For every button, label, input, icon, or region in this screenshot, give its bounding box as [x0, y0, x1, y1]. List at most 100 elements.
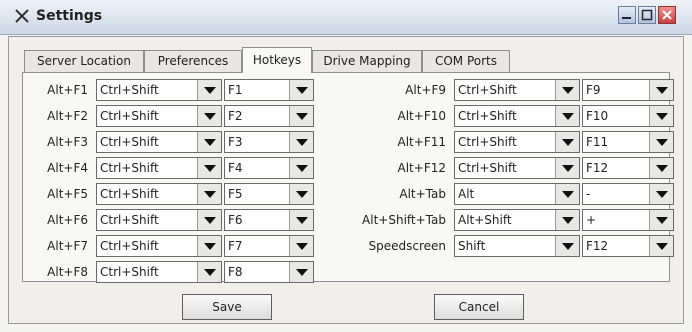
- key-select[interactable]: F11: [582, 131, 674, 153]
- tab-preferences[interactable]: Preferences: [144, 50, 242, 72]
- chevron-down-icon[interactable]: [289, 210, 313, 230]
- chevron-down-icon[interactable]: [197, 132, 221, 152]
- modifier-select-value: Ctrl+Shift: [100, 239, 159, 253]
- chevron-down-icon[interactable]: [649, 132, 673, 152]
- tab-drive-mapping[interactable]: Drive Mapping: [312, 50, 422, 72]
- key-select[interactable]: F12: [582, 157, 674, 179]
- chevron-down-icon[interactable]: [197, 262, 221, 282]
- chevron-down-icon[interactable]: [649, 106, 673, 126]
- chevron-down-icon[interactable]: [649, 184, 673, 204]
- chevron-down-icon[interactable]: [197, 184, 221, 204]
- modifier-select-value: Shift: [458, 239, 486, 253]
- key-select[interactable]: F3: [224, 131, 314, 153]
- tab-hotkeys[interactable]: Hotkeys: [242, 47, 312, 73]
- modifier-select[interactable]: Ctrl+Shift: [96, 157, 222, 179]
- key-select[interactable]: F8: [224, 261, 314, 283]
- hotkey-label: Alt+F9: [405, 83, 446, 97]
- hotkey-label: Alt+F8: [47, 265, 88, 279]
- chevron-down-icon[interactable]: [555, 132, 579, 152]
- chevron-down-icon[interactable]: [197, 80, 221, 100]
- chevron-down-icon[interactable]: [555, 80, 579, 100]
- key-select-value: F9: [586, 83, 601, 97]
- modifier-select[interactable]: Ctrl+Shift: [96, 261, 222, 283]
- key-select[interactable]: -: [582, 183, 674, 205]
- save-button-label: Save: [212, 300, 242, 314]
- chevron-down-icon[interactable]: [649, 80, 673, 100]
- chevron-down-icon[interactable]: [555, 184, 579, 204]
- chevron-down-icon[interactable]: [649, 236, 673, 256]
- tab-com-ports[interactable]: COM Ports: [422, 50, 510, 72]
- maximize-button[interactable]: [638, 6, 656, 24]
- chevron-down-icon[interactable]: [197, 106, 221, 126]
- modifier-select[interactable]: Ctrl+Shift: [96, 209, 222, 231]
- key-select-value: F10: [586, 109, 609, 123]
- chevron-down-icon[interactable]: [197, 210, 221, 230]
- chevron-down-icon[interactable]: [197, 158, 221, 178]
- chevron-down-icon[interactable]: [555, 236, 579, 256]
- tab-label: Server Location: [37, 54, 131, 68]
- key-select[interactable]: F7: [224, 235, 314, 257]
- key-select-value: F7: [228, 239, 243, 253]
- modifier-select[interactable]: Ctrl+Shift: [454, 79, 580, 101]
- modifier-select[interactable]: Ctrl+Shift: [96, 183, 222, 205]
- modifier-select-value: Ctrl+Shift: [458, 83, 517, 97]
- hotkey-label: Speedscreen: [368, 239, 446, 253]
- title-bar[interactable]: Settings: [0, 0, 692, 35]
- key-select-value: F12: [586, 161, 609, 175]
- chevron-down-icon[interactable]: [555, 106, 579, 126]
- modifier-select[interactable]: Ctrl+Shift: [454, 105, 580, 127]
- modifier-select[interactable]: Ctrl+Shift: [454, 157, 580, 179]
- key-select[interactable]: F10: [582, 105, 674, 127]
- modifier-select-value: Alt+Shift: [458, 213, 512, 227]
- modifier-select-value: Ctrl+Shift: [458, 109, 517, 123]
- modifier-select[interactable]: Alt+Shift: [454, 209, 580, 231]
- tab-label: Hotkeys: [252, 53, 302, 67]
- tab-server-location[interactable]: Server Location: [24, 50, 144, 72]
- minimize-button[interactable]: [618, 6, 636, 24]
- chevron-down-icon[interactable]: [289, 106, 313, 126]
- key-select[interactable]: F1: [224, 79, 314, 101]
- hotkey-label: Alt+Tab: [399, 187, 446, 201]
- cancel-button-label: Cancel: [458, 300, 500, 314]
- cancel-button[interactable]: Cancel: [434, 294, 524, 320]
- key-select[interactable]: F5: [224, 183, 314, 205]
- modifier-select[interactable]: Ctrl+Shift: [96, 79, 222, 101]
- modifier-select[interactable]: Ctrl+Shift: [96, 131, 222, 153]
- close-button[interactable]: [658, 6, 676, 24]
- modifier-select-value: Ctrl+Shift: [100, 109, 159, 123]
- key-select-value: F11: [586, 135, 609, 149]
- key-select-value: F8: [228, 265, 243, 279]
- chevron-down-icon[interactable]: [649, 210, 673, 230]
- chevron-down-icon[interactable]: [555, 210, 579, 230]
- chevron-down-icon[interactable]: [289, 158, 313, 178]
- chevron-down-icon[interactable]: [289, 132, 313, 152]
- chevron-down-icon[interactable]: [289, 236, 313, 256]
- key-select-value: F3: [228, 135, 243, 149]
- tab-label: Preferences: [157, 54, 229, 68]
- hotkey-label: Alt+F11: [397, 135, 446, 149]
- key-select[interactable]: +: [582, 209, 674, 231]
- key-select[interactable]: F4: [224, 157, 314, 179]
- modifier-select-value: Ctrl+Shift: [100, 135, 159, 149]
- hotkey-label: Alt+F10: [397, 109, 446, 123]
- hotkey-label: Alt+F3: [47, 135, 88, 149]
- key-select-value: +: [586, 213, 597, 227]
- key-select[interactable]: F12: [582, 235, 674, 257]
- chevron-down-icon[interactable]: [289, 262, 313, 282]
- modifier-select[interactable]: Ctrl+Shift: [96, 235, 222, 257]
- modifier-select[interactable]: Alt: [454, 183, 580, 205]
- modifier-select[interactable]: Ctrl+Shift: [96, 105, 222, 127]
- chevron-down-icon[interactable]: [197, 236, 221, 256]
- modifier-select[interactable]: Ctrl+Shift: [454, 131, 580, 153]
- key-select-value: F1: [228, 83, 243, 97]
- chevron-down-icon[interactable]: [289, 184, 313, 204]
- key-select[interactable]: F6: [224, 209, 314, 231]
- chevron-down-icon[interactable]: [649, 158, 673, 178]
- key-select[interactable]: F2: [224, 105, 314, 127]
- hotkey-label: Alt+F7: [47, 239, 88, 253]
- modifier-select[interactable]: Shift: [454, 235, 580, 257]
- chevron-down-icon[interactable]: [555, 158, 579, 178]
- chevron-down-icon[interactable]: [289, 80, 313, 100]
- save-button[interactable]: Save: [182, 294, 272, 320]
- key-select[interactable]: F9: [582, 79, 674, 101]
